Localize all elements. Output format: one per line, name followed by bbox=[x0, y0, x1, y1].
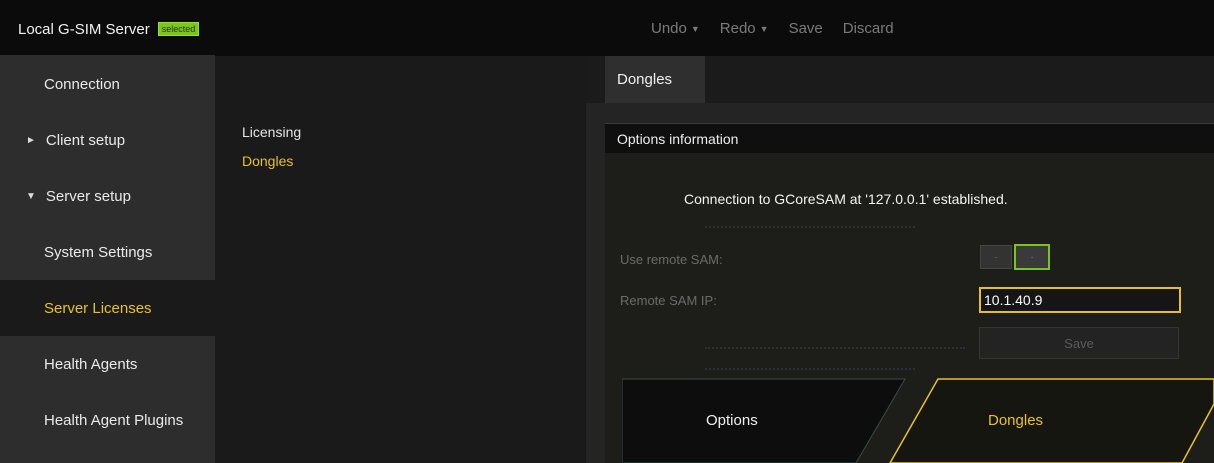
redo-label: Redo bbox=[719, 20, 756, 37]
discard-button[interactable]: Discard bbox=[843, 20, 894, 37]
tab-dongles[interactable]: Dongles bbox=[605, 56, 705, 103]
options-tile-shape[interactable] bbox=[622, 378, 906, 463]
divider bbox=[705, 347, 965, 349]
sidebar-item-connection[interactable]: Connection bbox=[0, 56, 215, 112]
sidebar-item-server-licenses[interactable]: Server Licenses bbox=[0, 280, 215, 336]
top-bar: Local G-SIM Server selected Undo ▼ Redo … bbox=[0, 0, 1214, 57]
subnav-dongles[interactable]: Dongles bbox=[242, 153, 293, 169]
collapse-arrow-icon: ▼ bbox=[26, 190, 36, 202]
toggle-on[interactable]: · bbox=[1014, 244, 1050, 270]
save-top-button[interactable]: Save bbox=[789, 20, 823, 37]
undo-caret-icon: ▼ bbox=[690, 23, 700, 34]
discard-label: Discard bbox=[842, 20, 894, 37]
sidebar-item-health-agent-plugins[interactable]: Health Agent Plugins bbox=[0, 392, 215, 448]
remote-sam-ip-input[interactable] bbox=[979, 287, 1181, 313]
sidebar-item-system-settings[interactable]: System Settings bbox=[0, 224, 215, 280]
sidebar: Connection ► Client setup ▼ Server setup… bbox=[0, 56, 215, 463]
sidebar-item-label: System Settings bbox=[44, 243, 153, 261]
divider bbox=[705, 368, 915, 370]
tile-row: Options Dongles bbox=[622, 374, 1214, 463]
remote-sam-ip-label: Remote SAM IP: bbox=[620, 293, 717, 308]
use-remote-sam-label: Use remote SAM: bbox=[620, 252, 723, 267]
subnav-licensing[interactable]: Licensing bbox=[242, 124, 301, 140]
toggle-off[interactable]: · bbox=[980, 245, 1012, 269]
options-section: Connection to GCoreSAM at '127.0.0.1' es… bbox=[605, 153, 1214, 463]
sidebar-item-health-agents[interactable]: Health Agents bbox=[0, 336, 215, 392]
save-button[interactable]: Save bbox=[979, 327, 1179, 359]
server-title: Local G-SIM Server selected bbox=[9, 4, 215, 54]
expand-arrow-icon: ► bbox=[26, 134, 36, 146]
dongles-tile-label[interactable]: Dongles bbox=[988, 412, 1043, 429]
server-name: Local G-SIM Server bbox=[18, 20, 150, 38]
sidebar-item-server-setup[interactable]: ▼ Server setup bbox=[0, 168, 215, 224]
redo-caret-icon: ▼ bbox=[759, 23, 769, 34]
content-panel: Dongles Options information Connection t… bbox=[586, 56, 1214, 463]
selected-badge: selected bbox=[157, 22, 200, 36]
undo-button[interactable]: Undo ▼ bbox=[651, 20, 700, 37]
sidebar-item-client-setup[interactable]: ► Client setup bbox=[0, 112, 215, 168]
sidebar-item-label: Health Agent Plugins bbox=[44, 411, 184, 429]
sidebar-item-label: Server Licenses bbox=[44, 299, 152, 317]
undo-label: Undo bbox=[651, 20, 687, 37]
sidebar-item-label: Server setup bbox=[45, 187, 131, 205]
top-menu: Undo ▼ Redo ▼ Save Discard bbox=[651, 20, 914, 37]
use-remote-sam-toggle[interactable]: · · bbox=[980, 244, 1060, 270]
sub-navigation: Licensing Dongles bbox=[215, 56, 586, 463]
tab-bar: Dongles bbox=[586, 56, 1214, 103]
connection-status: Connection to GCoreSAM at '127.0.0.1' es… bbox=[684, 191, 1008, 207]
section-header: Options information bbox=[605, 123, 1214, 153]
options-tile-label[interactable]: Options bbox=[706, 412, 758, 429]
sidebar-item-label: Client setup bbox=[45, 131, 126, 149]
redo-button[interactable]: Redo ▼ bbox=[720, 20, 769, 37]
save-top-label: Save bbox=[788, 20, 823, 37]
sidebar-item-label: Health Agents bbox=[44, 355, 138, 373]
sidebar-item-label: Connection bbox=[44, 75, 120, 93]
dongles-tile-shape[interactable] bbox=[889, 378, 1214, 463]
divider bbox=[705, 226, 915, 228]
